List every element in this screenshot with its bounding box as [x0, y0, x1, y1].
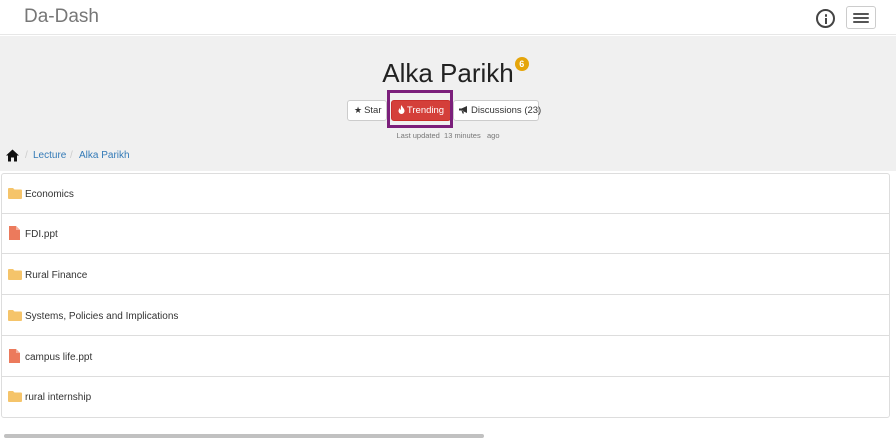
last-updated-text: Last updated 13 minutes ago [396, 131, 500, 140]
menu-toggle-button[interactable] [846, 6, 876, 29]
list-item-label: Economics [25, 189, 74, 200]
list-item[interactable]: FDI.ppt [2, 214, 889, 254]
list-item-label: rural internship [25, 392, 92, 403]
list-item-label: campus life.ppt [25, 352, 93, 363]
star-icon: ★ [354, 105, 363, 115]
page-title-wrap: Alka Parikh 6 [0, 57, 896, 88]
folder-icon [8, 391, 22, 402]
count-badge: 6 [514, 57, 529, 71]
selection-highlight [387, 90, 453, 128]
file-list: Economics FDI.ppt Rural Finance Systems,… [1, 173, 890, 418]
list-item-label: Systems, Policies and Implications [25, 311, 179, 322]
megaphone-icon [459, 101, 469, 120]
folder-icon [8, 188, 22, 199]
breadcrumb-separator: / [70, 150, 73, 161]
list-item[interactable]: Systems, Policies and Implications [2, 296, 889, 336]
file-icon [9, 349, 20, 363]
list-item[interactable]: campus life.ppt [2, 337, 889, 377]
file-icon [9, 226, 20, 240]
discussions-label: Discussions (23) [471, 105, 542, 116]
breadcrumb-item-lecture[interactable]: Lecture [33, 148, 66, 164]
breadcrumb-separator: / [25, 150, 28, 161]
page-title: Alka Parikh [382, 58, 514, 88]
list-item[interactable]: Economics [2, 174, 889, 214]
folder-icon [8, 269, 22, 280]
list-item-label: FDI.ppt [25, 229, 58, 240]
discussions-button[interactable]: Discussions (23) [453, 100, 542, 121]
folder-icon [8, 310, 22, 321]
hamburger-icon [853, 13, 869, 15]
list-item-label: Rural Finance [25, 270, 88, 281]
horizontal-scrollbar[interactable] [4, 434, 484, 438]
breadcrumb-item-current[interactable]: Alka Parikh [79, 148, 130, 164]
star-button[interactable]: ★ Star [347, 100, 387, 121]
list-item[interactable]: Rural Finance [2, 255, 889, 295]
top-navbar: Da-Dash [0, 0, 896, 35]
star-label: Star [364, 105, 382, 116]
info-icon[interactable] [816, 9, 835, 28]
list-item[interactable]: rural internship [2, 377, 889, 417]
brand-logo[interactable]: Da-Dash [24, 6, 99, 28]
home-icon[interactable] [6, 149, 19, 162]
